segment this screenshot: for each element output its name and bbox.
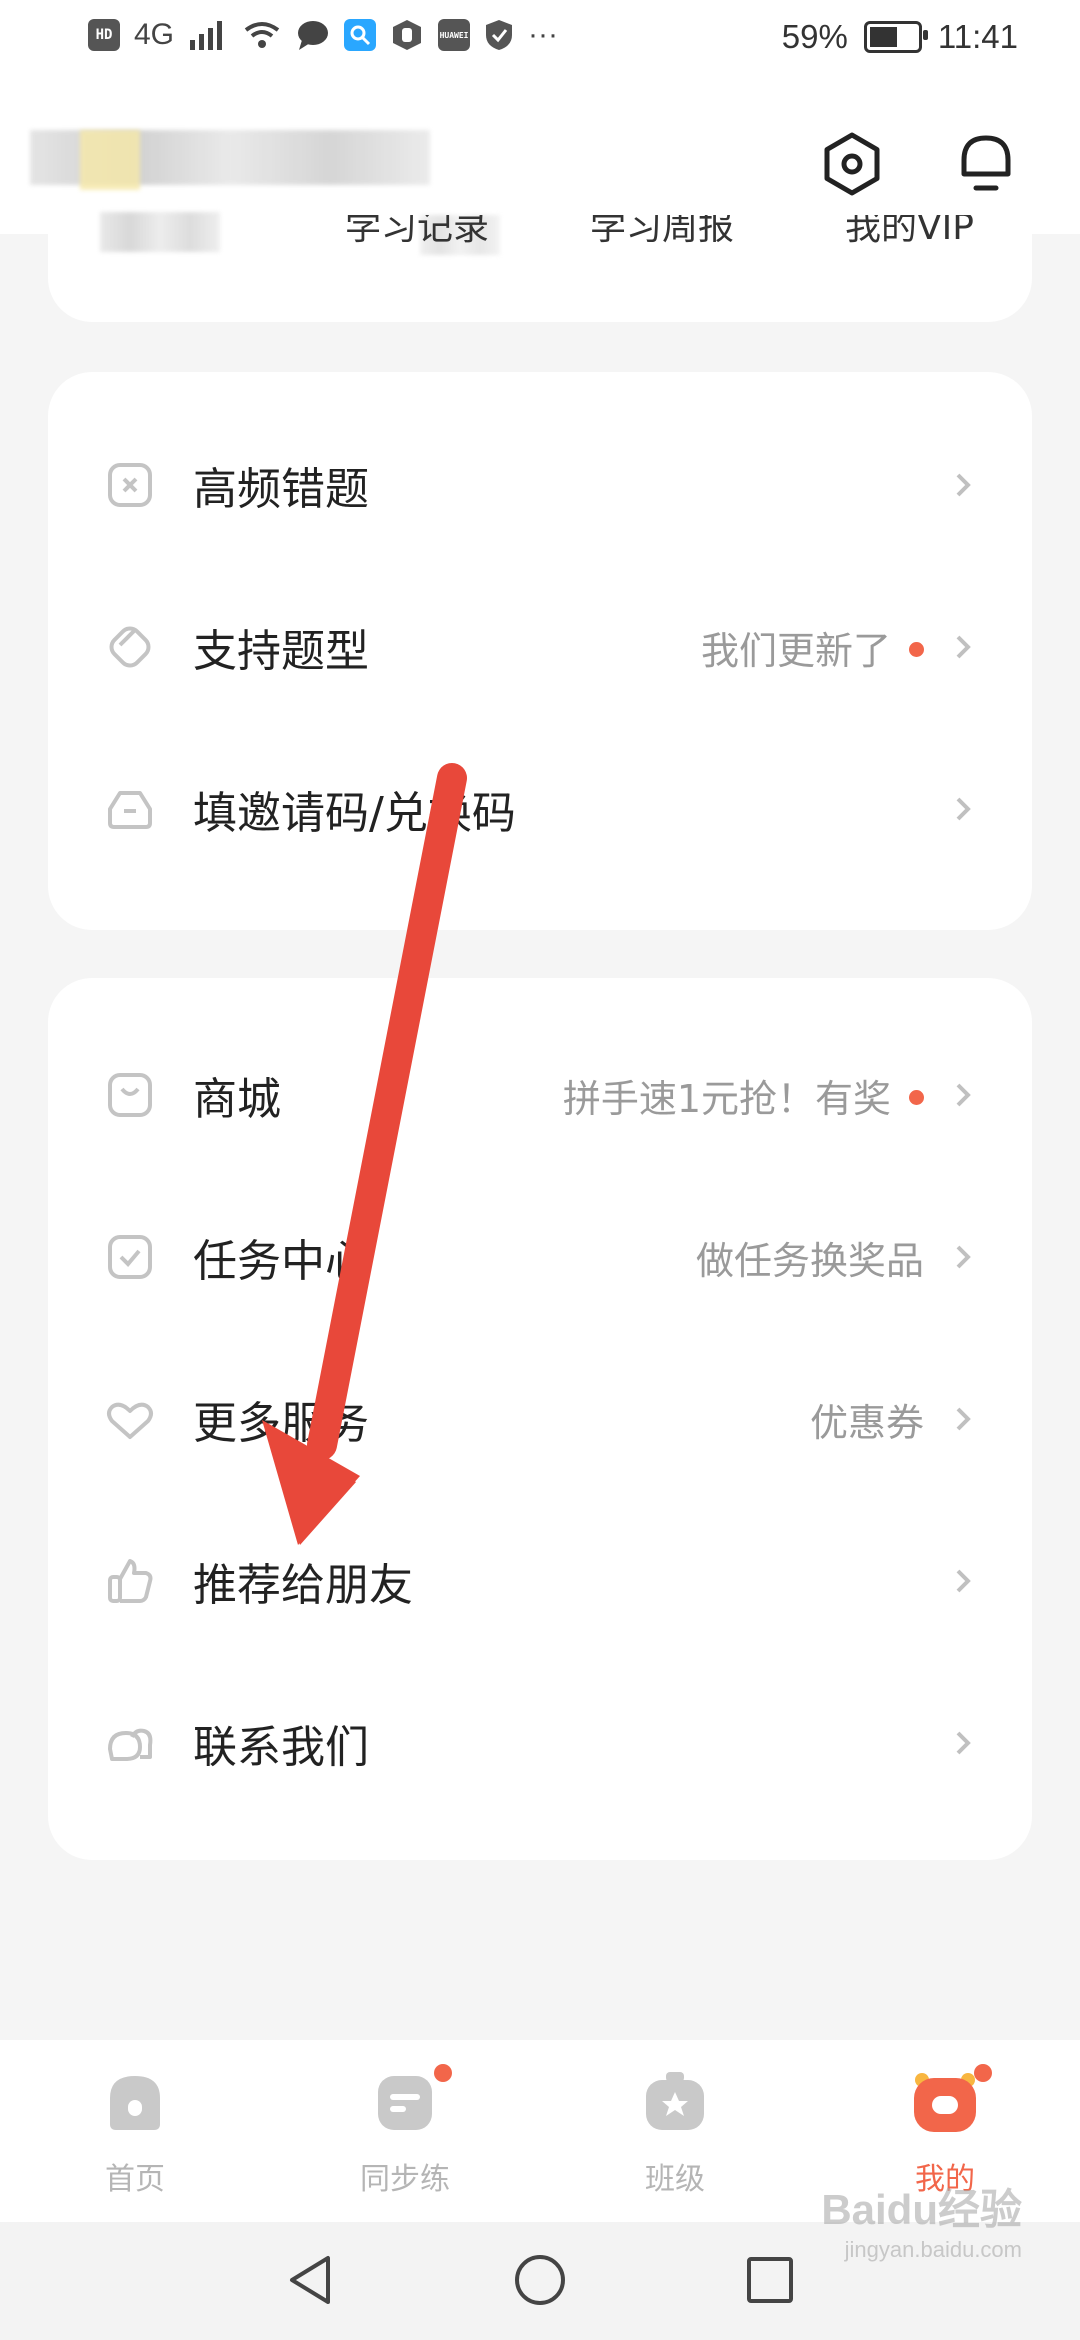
- battery-fill: [869, 27, 897, 47]
- notification-dot: [974, 2064, 992, 2082]
- wifi-icon: [244, 22, 280, 48]
- my-vip-link[interactable]: 我的VIP: [845, 215, 974, 253]
- wrong-question-icon: [108, 463, 152, 507]
- tab-label: 同步练: [360, 2162, 450, 2197]
- list-item-subtitle: 优惠券: [809, 1400, 924, 1445]
- list-item-label: 商城: [193, 1074, 281, 1125]
- thumbs-up-icon: [108, 1559, 153, 1603]
- settings-icon: [824, 132, 880, 196]
- chevron-right-icon: [956, 1731, 971, 1755]
- notification-bell-icon: [961, 135, 1011, 191]
- tools-card: 高频错题 支持题型 我们更新了 填邀请码/兑换码: [48, 372, 1032, 930]
- chat-bubble-icon: [298, 21, 329, 50]
- chevron-right-icon: [956, 1245, 971, 1269]
- list-item-label: 推荐给朋友: [193, 1560, 413, 1611]
- battery-percent: 59%: [781, 18, 848, 55]
- question-type-icon: [109, 626, 151, 668]
- list-item-recommend[interactable]: 推荐给朋友: [48, 1526, 1032, 1636]
- more-services-icon: [107, 1402, 153, 1439]
- recents-icon[interactable]: [742, 2252, 798, 2308]
- practice-tab-icon: [370, 2064, 452, 2136]
- status-bar: HD 4G HUAWEI ··· 59% 11:41: [0, 0, 1080, 84]
- chevron-right-icon: [956, 473, 971, 497]
- clock: 11:41: [937, 18, 1018, 55]
- list-item-label: 任务中心: [193, 1236, 369, 1287]
- list-item-label: 高频错题: [193, 464, 369, 515]
- signal-4g-icon: 4G: [134, 18, 175, 51]
- store-icon: [108, 1073, 152, 1117]
- list-item-label: 支持题型: [193, 626, 369, 677]
- hd-icon: HD: [88, 19, 120, 51]
- shield-icon: [486, 20, 513, 50]
- list-item-subtitle: 拼手速1元抢！有奖: [563, 1068, 924, 1123]
- signal-bars-icon: [190, 21, 223, 50]
- notification-button[interactable]: [952, 130, 1020, 198]
- tab-class[interactable]: 班级: [595, 2070, 755, 2198]
- chevron-right-icon: [956, 797, 971, 821]
- chevron-right-icon: [956, 1083, 971, 1107]
- home-tab-icon: [100, 2070, 170, 2136]
- notification-dot: [909, 641, 924, 657]
- list-item-contact-us[interactable]: 联系我们: [48, 1688, 1032, 1798]
- hand-icon: [393, 20, 422, 50]
- list-item-store[interactable]: 商城 拼手速1元抢！有奖: [48, 1040, 1032, 1150]
- notification-dot: [909, 1089, 924, 1105]
- list-item-subtitle: 我们更新了: [701, 620, 924, 675]
- baidu-watermark: Baidu经验 jingyan.baidu.com: [821, 2186, 1022, 2262]
- list-item-label: 填邀请码/兑换码: [193, 788, 516, 839]
- blurred-user-info: [100, 212, 220, 252]
- list-item-more-services[interactable]: 更多服务 优惠券: [48, 1364, 1032, 1474]
- task-center-icon: [108, 1235, 152, 1279]
- list-item-label: 联系我们: [193, 1722, 369, 1773]
- tab-practice[interactable]: 同步练: [325, 2064, 485, 2198]
- chevron-right-icon: [956, 1569, 971, 1593]
- tab-label: 首页: [105, 2162, 165, 2197]
- list-item-subtitle: 做任务换奖品: [695, 1238, 924, 1283]
- status-right: 59% 11:41: [782, 18, 1018, 56]
- weekly-report-link[interactable]: 学习周报: [590, 215, 734, 253]
- contact-us-icon: [108, 1728, 153, 1761]
- more-dots-icon: ···: [528, 18, 559, 51]
- avatar[interactable]: [80, 130, 140, 190]
- huawei-icon: HUAWEI: [438, 19, 471, 51]
- back-icon[interactable]: [284, 2252, 340, 2308]
- mine-tab-icon: [910, 2064, 992, 2136]
- class-tab-icon: [640, 2070, 710, 2136]
- battery-icon: [863, 21, 928, 53]
- list-item-label: 更多服务: [193, 1398, 369, 1449]
- services-card: 商城 拼手速1元抢！有奖 任务中心 做任务换奖品 更多服务 优惠券 推荐给朋友 …: [48, 978, 1032, 1860]
- list-item-question-types[interactable]: 支持题型 我们更新了: [48, 592, 1032, 702]
- search-app-icon: [344, 19, 377, 51]
- list-item-wrong-questions[interactable]: 高频错题: [48, 430, 1032, 540]
- invite-code-icon: [108, 791, 152, 829]
- settings-button[interactable]: [818, 130, 886, 198]
- tab-home[interactable]: 首页: [55, 2070, 215, 2198]
- chevron-right-icon: [956, 1407, 971, 1431]
- list-item-invite-code[interactable]: 填邀请码/兑换码: [48, 754, 1032, 864]
- status-icons: HD 4G HUAWEI ···: [88, 18, 558, 52]
- tab-label: 班级: [645, 2162, 705, 2197]
- home-icon[interactable]: [512, 2252, 568, 2308]
- list-item-task-center[interactable]: 任务中心 做任务换奖品: [48, 1202, 1032, 1312]
- chevron-right-icon: [956, 635, 971, 659]
- study-record-link[interactable]: 学习记录: [345, 215, 489, 253]
- notification-dot: [434, 2064, 452, 2082]
